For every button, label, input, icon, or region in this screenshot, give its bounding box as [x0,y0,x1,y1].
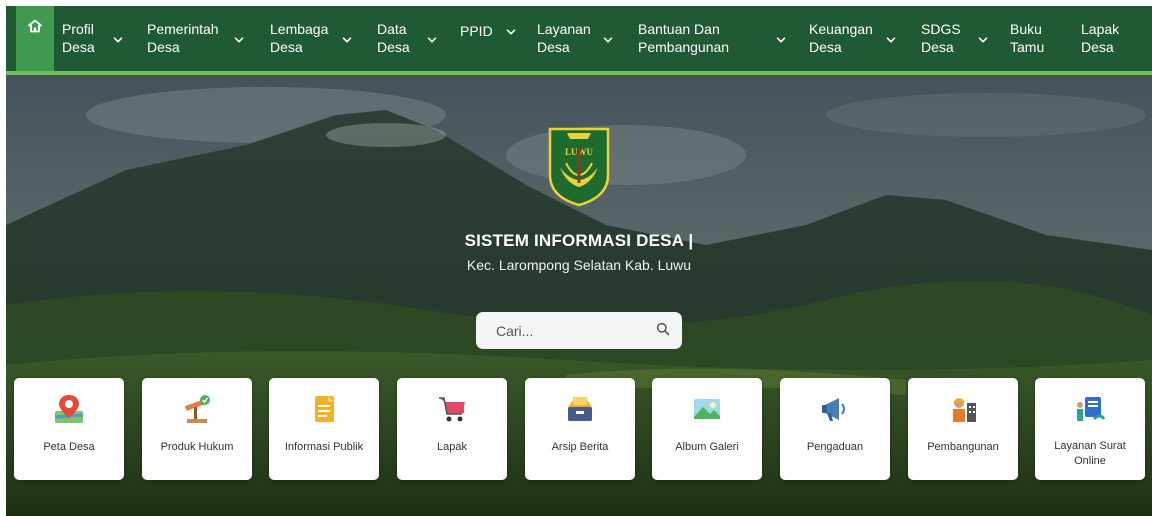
search-icon[interactable] [656,322,670,336]
construction-worker-icon [953,398,976,422]
nav-item-label: Profil [62,21,94,37]
nav-item-label: Keuangan [809,21,873,37]
map-pin-icon [54,395,84,423]
nav-item-sdgs-desa[interactable]: SDGS Desa [921,20,961,56]
card-layanan-surat-online[interactable]: Layanan Surat Online [1035,378,1145,480]
nav-item-label: Bantuan Dan [638,21,720,37]
nav-item-label: Data [377,21,407,37]
chevron-down-icon[interactable] [427,35,437,45]
nav-item-label: Pemerintah [147,21,219,37]
nav-item-ppid[interactable]: PPID [460,22,493,40]
card-label: Pengaduan [806,441,864,453]
chevron-down-icon[interactable] [113,35,123,45]
shopping-cart-icon [439,397,465,422]
nav-item-keuangan-desa[interactable]: Keuangan Desa [809,20,873,56]
search-box [476,312,682,349]
chevron-down-icon[interactable] [603,35,613,45]
card-label: Pembangunan [927,441,999,453]
card-label: Peta Desa [43,441,95,453]
home-icon [28,19,42,33]
nav-item-bantuan-dan-pembangunan[interactable]: Bantuan Dan Pembangunan [638,20,729,56]
nav-item-layanan-desa[interactable]: Layanan Desa [537,20,591,56]
card-peta-desa[interactable]: Peta Desa [14,378,124,480]
nav-item-label: Desa [809,39,842,55]
luwu-emblem-logo: LUWU [548,127,610,207]
main-navbar: Profil Desa Pemerintah Desa Lembaga Desa Data D… [6,6,1152,75]
nav-item-lembaga-desa[interactable]: Lembaga Desa [270,20,328,56]
hero-section: LUWU SISTEM INFORMASI DESA | Kec. Laromp… [6,75,1152,516]
card-label: Informasi Publik [284,441,364,453]
card-label: Album Galeri [675,441,739,453]
nav-item-data-desa[interactable]: Data Desa [377,20,410,56]
card-arsip-berita[interactable]: Arsip Berita [525,378,635,480]
nav-item-label: PPID [460,23,493,39]
card-label: Layanan Surat Online [1054,440,1126,467]
mail-service-icon [1077,397,1106,421]
nav-item-buku-tamu[interactable]: Buku Tamu [1010,20,1044,56]
image-gallery-icon [694,399,720,419]
card-lapak[interactable]: Lapak [397,378,507,480]
nav-item-label: Lapak [1081,21,1120,37]
site-title: SISTEM INFORMASI DESA | [464,231,694,250]
megaphone-icon [822,398,845,421]
card-label: Lapak [437,441,467,453]
nav-item-pemerintah-desa[interactable]: Pemerintah Desa [147,20,219,56]
nav-item-label: Desa [537,39,570,55]
nav-item-label: Lembaga [270,21,329,37]
card-label: Produk Hukum [160,441,234,453]
nav-item-label: Layanan [537,21,591,37]
document-icon [315,396,334,422]
nav-item-label: Desa [147,39,180,55]
nav-item-label: Desa [1081,39,1114,55]
site-subtitle: Kec. Larompong Selatan Kab. Luwu [466,257,692,273]
card-pengaduan[interactable]: Pengaduan [780,378,890,480]
chevron-down-icon[interactable] [342,35,352,45]
card-label: Arsip Berita [551,441,609,453]
card-pembangunan[interactable]: Pembangunan [908,378,1018,480]
search-input[interactable] [476,312,646,349]
nav-item-label: Buku [1010,21,1042,37]
nav-item-label: Tamu [1010,39,1045,55]
chevron-down-icon[interactable] [886,35,896,45]
chevron-down-icon[interactable] [776,35,786,45]
chevron-down-icon[interactable] [978,35,988,45]
nav-item-lapak-desa[interactable]: Lapak Desa [1081,20,1119,56]
nav-item-label: SDGS [921,21,961,37]
home-button[interactable] [16,6,54,71]
nav-item-label: Desa [921,39,954,55]
archive-box-icon [568,397,592,421]
card-produk-hukum[interactable]: Produk Hukum [142,378,252,480]
nav-item-label: Desa [377,39,410,55]
card-album-galeri[interactable]: Album Galeri [652,378,762,480]
nav-item-label: Desa [270,39,303,55]
nav-item-label: Pembangunan [638,39,730,55]
page-frame: Profil Desa Pemerintah Desa Lembaga Desa Data D… [6,6,1152,516]
nav-item-label: Desa [62,39,95,55]
card-informasi-publik[interactable]: Informasi Publik [269,378,379,480]
gavel-icon [184,395,210,423]
chevron-down-icon[interactable] [234,35,244,45]
chevron-down-icon[interactable] [506,27,516,37]
nav-item-profil-desa[interactable]: Profil Desa [62,20,95,56]
